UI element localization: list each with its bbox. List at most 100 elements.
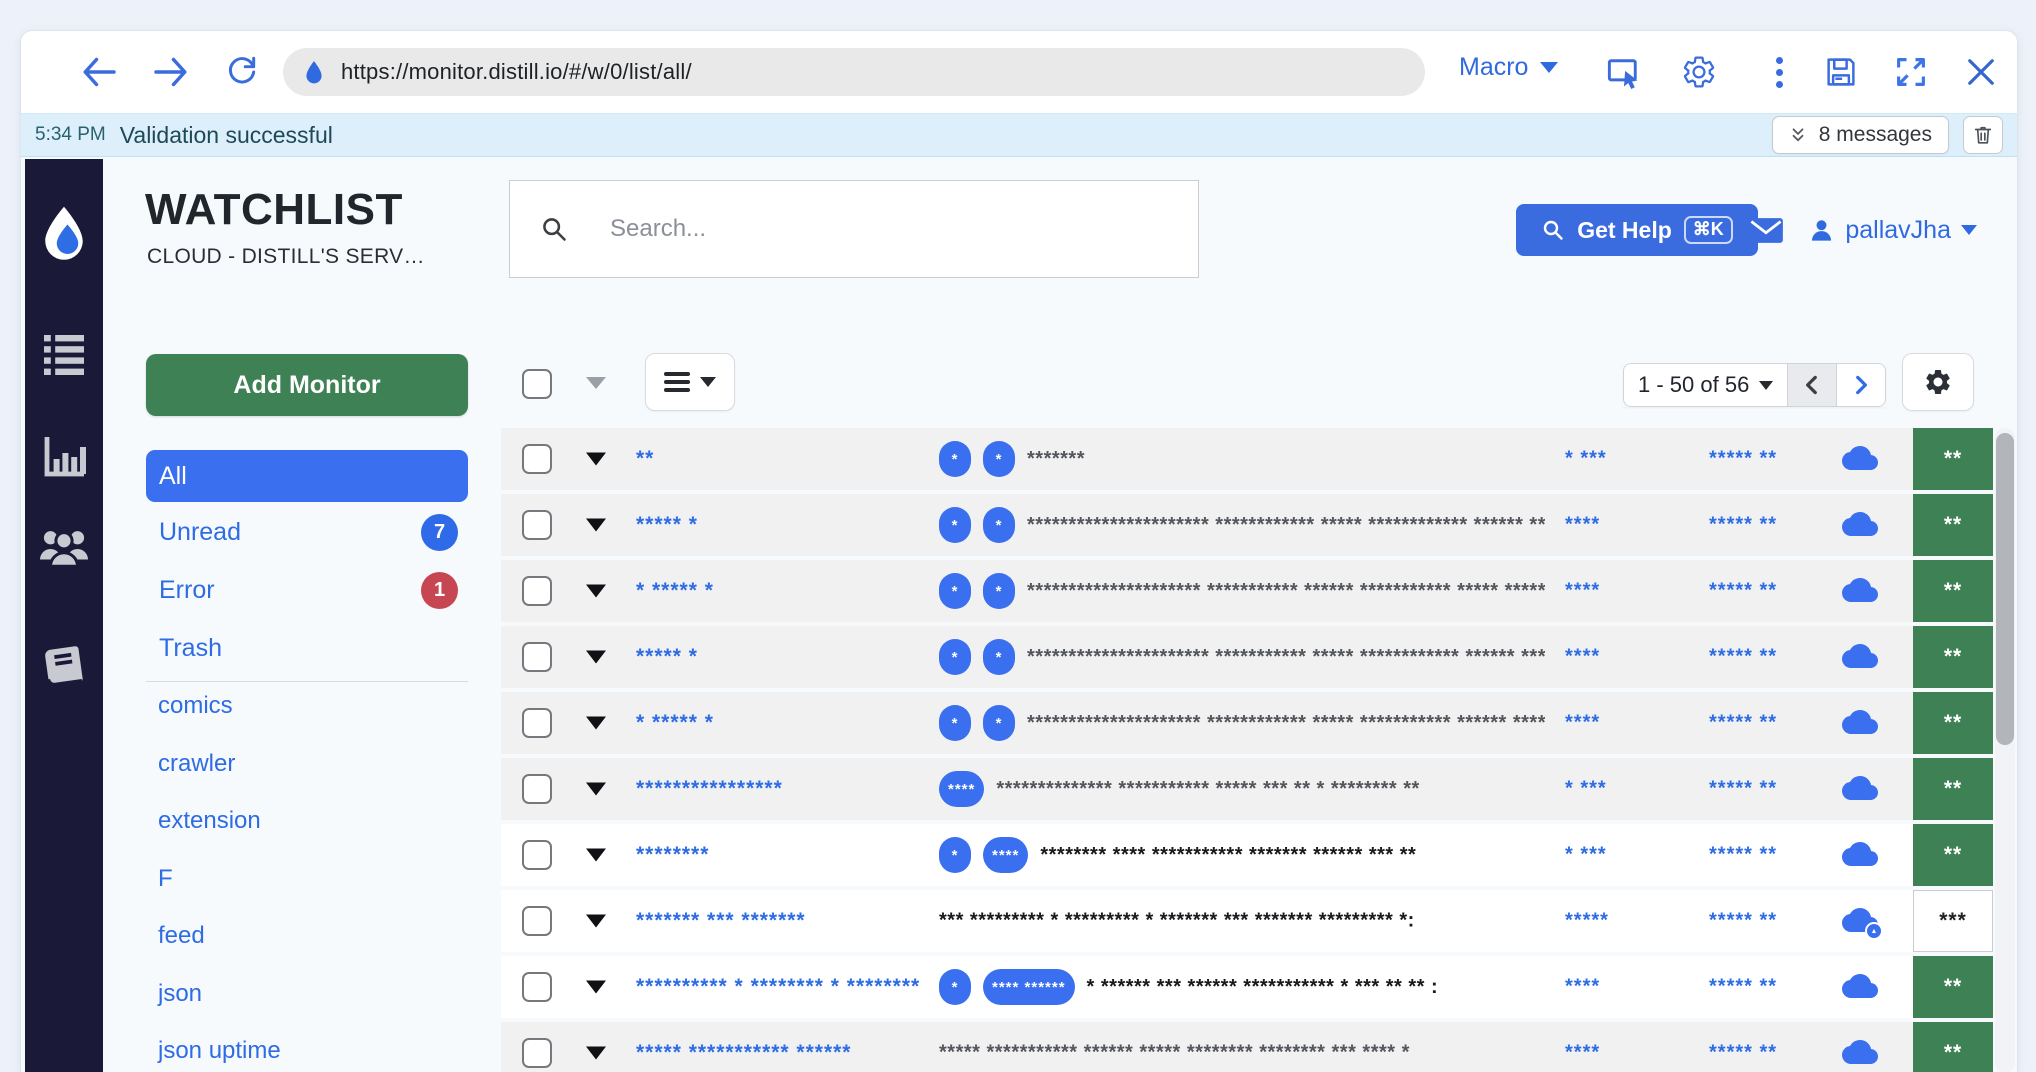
filter-trash[interactable]: Trash: [146, 626, 468, 670]
row-link-primary[interactable]: ****: [1565, 646, 1600, 669]
scrollbar-thumb[interactable]: [1996, 433, 2014, 745]
table-row[interactable]: ************ ******** ****: [501, 428, 1993, 490]
row-expand-caret[interactable]: [586, 981, 606, 994]
monitor-name-link[interactable]: ********: [636, 843, 931, 867]
table-row[interactable]: ********** * ******** * ******** ***** **…: [501, 956, 1993, 1018]
row-expand-caret[interactable]: [586, 585, 606, 598]
row-expand-caret[interactable]: [586, 519, 606, 532]
mail-icon[interactable]: [1748, 217, 1784, 244]
select-menu-caret[interactable]: [586, 377, 606, 389]
row-checkbox[interactable]: [522, 444, 552, 474]
table-row[interactable]: ********************************** *****…: [501, 758, 1993, 820]
row-expand-caret[interactable]: [586, 717, 606, 730]
pagination-range-dropdown[interactable]: 1 - 50 of 56: [1623, 363, 1788, 407]
row-expand-caret[interactable]: [586, 1047, 606, 1060]
row-link-secondary[interactable]: ***** **: [1709, 448, 1777, 471]
row-checkbox[interactable]: [522, 576, 552, 606]
element-picker-icon[interactable]: [1606, 54, 1642, 90]
refresh-icon[interactable]: [225, 55, 265, 95]
row-link-secondary[interactable]: ***** **: [1709, 646, 1777, 669]
distill-logo-icon[interactable]: [34, 201, 94, 265]
macro-dropdown[interactable]: Macro: [1459, 53, 1558, 82]
row-expand-caret[interactable]: [586, 915, 606, 928]
messages-button[interactable]: 8 messages: [1772, 116, 1949, 154]
row-checkbox[interactable]: [522, 906, 552, 936]
add-monitor-button[interactable]: Add Monitor: [146, 354, 468, 416]
monitor-name-link[interactable]: **: [636, 447, 931, 471]
row-checkbox[interactable]: [522, 840, 552, 870]
tag-feed[interactable]: feed: [158, 922, 458, 952]
table-row[interactable]: * ***** ************************ *******…: [501, 692, 1993, 754]
next-page-button[interactable]: [1837, 363, 1886, 407]
row-checkbox[interactable]: [522, 642, 552, 672]
monitor-name-link[interactable]: * ***** *: [636, 579, 931, 603]
monitor-name-link[interactable]: ***** *: [636, 513, 931, 537]
row-checkbox[interactable]: [522, 510, 552, 540]
forward-icon[interactable]: [151, 52, 191, 92]
prev-page-button[interactable]: [1788, 363, 1837, 407]
row-link-primary[interactable]: ****: [1565, 976, 1600, 999]
row-link-secondary[interactable]: ***** **: [1709, 1042, 1777, 1065]
row-expand-caret[interactable]: [586, 783, 606, 796]
team-people-icon[interactable]: [37, 525, 91, 567]
monitor-name-link[interactable]: ***** *: [636, 645, 931, 669]
back-icon[interactable]: [79, 52, 119, 92]
tag-comics[interactable]: comics: [158, 692, 458, 722]
table-row[interactable]: ***** *********** *********** **********…: [501, 1022, 1993, 1072]
row-checkbox[interactable]: [522, 1038, 552, 1068]
close-icon[interactable]: [1963, 54, 1999, 90]
select-all-checkbox[interactable]: [522, 369, 552, 399]
row-checkbox[interactable]: [522, 972, 552, 1002]
row-link-secondary[interactable]: ***** **: [1709, 976, 1777, 999]
row-link-primary[interactable]: ****: [1565, 514, 1600, 537]
filter-error[interactable]: Error 1: [146, 568, 468, 612]
monitor-name-link[interactable]: ***** *********** ******: [636, 1041, 931, 1065]
row-link-secondary[interactable]: ***** **: [1709, 514, 1777, 537]
table-row[interactable]: ***** ************************* ********…: [501, 626, 1993, 688]
monitor-name-link[interactable]: ******* *** *******: [636, 909, 931, 933]
table-row[interactable]: ********************* **** *********** *…: [501, 824, 1993, 886]
row-link-primary[interactable]: * ***: [1565, 844, 1607, 867]
row-expand-caret[interactable]: [586, 849, 606, 862]
row-link-primary[interactable]: * ***: [1565, 448, 1607, 471]
row-link-secondary[interactable]: ***** **: [1709, 910, 1777, 933]
monitor-name-link[interactable]: * ***** *: [636, 711, 931, 735]
row-link-secondary[interactable]: ***** **: [1709, 580, 1777, 603]
row-link-secondary[interactable]: ***** **: [1709, 844, 1777, 867]
tag-f[interactable]: F: [158, 865, 458, 895]
kebab-menu-icon[interactable]: [1765, 54, 1793, 90]
row-link-primary[interactable]: ****: [1565, 1042, 1600, 1065]
reports-chart-icon[interactable]: [40, 433, 88, 481]
url-bar[interactable]: https://monitor.distill.io/#/w/0/list/al…: [283, 48, 1425, 96]
filter-unread[interactable]: Unread 7: [146, 510, 468, 554]
row-link-secondary[interactable]: ***** **: [1709, 712, 1777, 735]
get-help-button[interactable]: Get Help ⌘K: [1516, 204, 1758, 256]
row-link-primary[interactable]: ****: [1565, 712, 1600, 735]
fullscreen-icon[interactable]: [1893, 54, 1929, 90]
row-checkbox[interactable]: [522, 708, 552, 738]
tag-extension[interactable]: extension: [158, 807, 458, 837]
row-link-primary[interactable]: *****: [1565, 910, 1609, 933]
table-row[interactable]: * ***** ************************ *******…: [501, 560, 1993, 622]
gear-icon[interactable]: [1681, 54, 1717, 90]
list-options-button[interactable]: [645, 353, 735, 411]
row-link-primary[interactable]: * ***: [1565, 778, 1607, 801]
tag-crawler[interactable]: crawler: [158, 750, 458, 780]
filter-all[interactable]: All: [146, 450, 468, 502]
monitor-name-link[interactable]: ********** * ******** * ********: [636, 975, 931, 999]
save-icon[interactable]: [1823, 54, 1859, 90]
row-link-secondary[interactable]: ***** **: [1709, 778, 1777, 801]
docs-book-icon[interactable]: [40, 644, 88, 692]
table-settings-button[interactable]: [1902, 353, 1974, 411]
clear-messages-button[interactable]: [1963, 116, 2003, 154]
row-link-primary[interactable]: ****: [1565, 580, 1600, 603]
row-expand-caret[interactable]: [586, 651, 606, 664]
username[interactable]: pallavJha: [1845, 216, 1951, 245]
row-checkbox[interactable]: [522, 774, 552, 804]
table-row[interactable]: ***** ************************* ********…: [501, 494, 1993, 556]
search-input[interactable]: [608, 214, 1132, 244]
monitor-name-link[interactable]: ****************: [636, 777, 931, 801]
table-row[interactable]: ******* *** ********** ********* * *****…: [501, 890, 1993, 952]
watchlist-list-icon[interactable]: [40, 329, 88, 377]
tag-json[interactable]: json: [158, 980, 458, 1010]
